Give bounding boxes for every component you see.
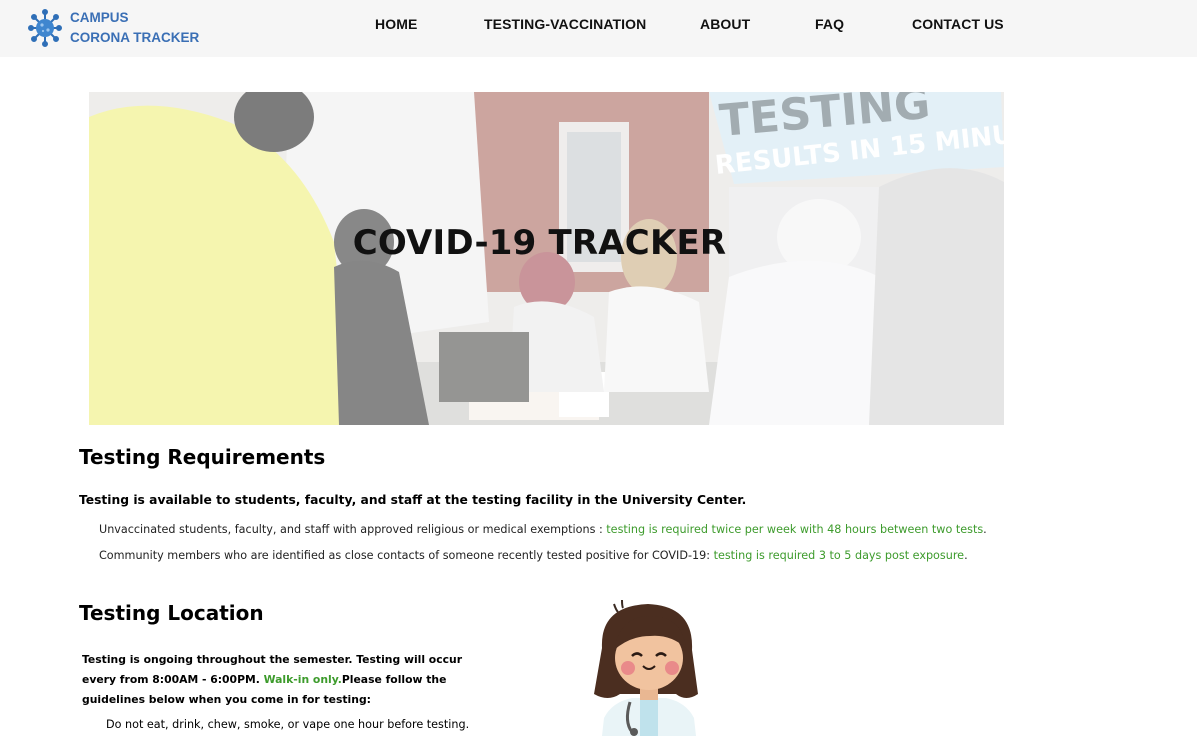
brand-name[interactable]: CAMPUS CORONA TRACKER [70,8,199,48]
location-heading: Testing Location [79,601,264,625]
requirement-item: Unvaccinated students, faculty, and staf… [99,523,987,536]
site-header: CAMPUS CORONA TRACKER HOME TESTING-VACCI… [0,0,1197,57]
nav-faq[interactable]: FAQ [815,16,844,32]
requirement-item: Community members who are identified as … [99,549,968,562]
requirement-end: . [983,523,987,536]
hero-title: COVID-19 TRACKER [352,223,727,263]
requirements-heading: Testing Requirements [79,445,326,469]
requirement-highlight: testing is required twice per week with … [606,523,984,536]
hero-banner: TESTING RESULTS IN 15 MINUT COVID-19 TRA… [89,92,1004,425]
brand-line-1: CAMPUS [70,10,129,25]
nav-about[interactable]: ABOUT [700,16,750,32]
nav-home[interactable]: HOME [375,16,417,32]
doctor-illustration [594,599,698,736]
requirement-text: Unvaccinated students, faculty, and staf… [99,523,607,536]
requirement-text: Community members who are identified as … [99,549,714,562]
walk-in-note: Walk-in only. [263,673,342,686]
nav-testing-vaccination[interactable]: TESTING-VACCINATION [484,16,646,32]
location-paragraph: Testing is ongoing throughout the semest… [82,650,482,710]
requirements-lead: Testing is available to students, facult… [79,493,747,507]
brand-line-2: CORONA TRACKER [70,30,200,45]
requirement-highlight: testing is required 3 to 5 days post exp… [713,549,965,562]
guideline-item: Do not eat, drink, chew, smoke, or vape … [106,718,470,731]
virus-icon[interactable] [27,8,63,48]
nav-contact-us[interactable]: CONTACT US [912,16,1004,32]
requirement-end: . [964,549,968,562]
